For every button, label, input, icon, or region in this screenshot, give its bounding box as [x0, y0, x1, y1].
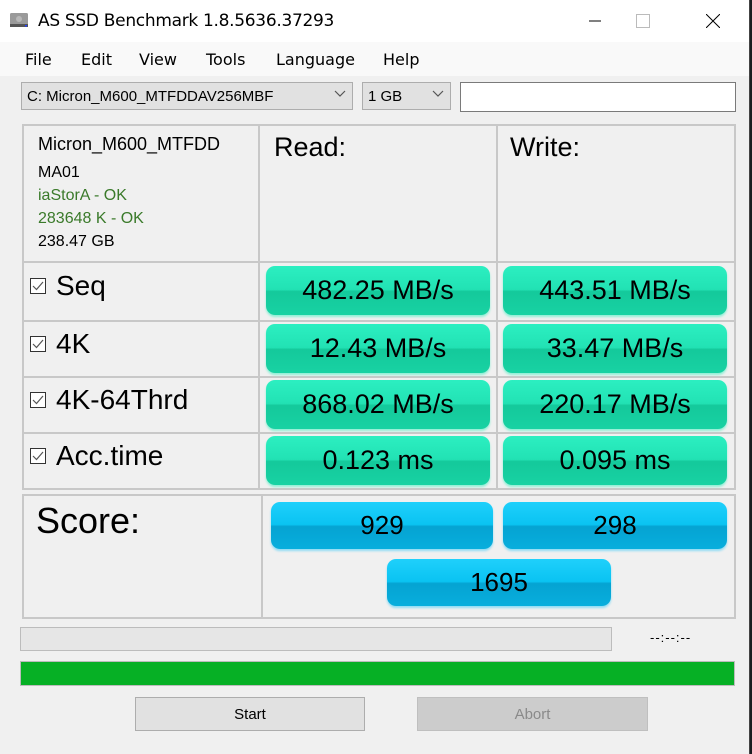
overall-progress-fill: [21, 662, 734, 685]
abort-button[interactable]: Abort: [417, 697, 648, 731]
acc-time-write-result: 0.095 ms: [503, 436, 727, 485]
checkmark-icon: [32, 339, 44, 349]
chevron-down-icon: [432, 90, 444, 97]
4k-64thrd-checkbox[interactable]: [30, 392, 46, 408]
size-select[interactable]: 1 GB: [362, 82, 451, 110]
drive-select-value: C: Micron_M600_MTFDDAV256MBF: [27, 88, 274, 105]
drive-model: Micron_M600_MTFDD: [38, 134, 221, 154]
overall-progress-bar: [20, 661, 735, 686]
4k-64thrd-write-result: 220.17 MB/s: [503, 380, 727, 429]
total-score: 1695: [387, 559, 611, 606]
ssd-drive-icon: [9, 11, 29, 29]
close-button[interactable]: [690, 0, 736, 42]
elapsed-timer: --:--:--: [650, 630, 692, 645]
maximize-icon: [636, 14, 650, 28]
4k-64thrd-read-result: 868.02 MB/s: [266, 380, 490, 429]
seq-write-result: 443.51 MB/s: [503, 266, 727, 315]
seq-checkbox[interactable]: [30, 278, 46, 294]
test-row-acc-time: Acc.time: [30, 440, 163, 472]
read-header: Read:: [274, 132, 347, 162]
menu-file[interactable]: File: [25, 50, 52, 69]
seq-read-result: 482.25 MB/s: [266, 266, 490, 315]
start-button[interactable]: Start: [135, 697, 365, 731]
driver-status: iaStorA - OK: [38, 187, 127, 204]
test-label: Acc.time: [56, 440, 164, 471]
test-row-seq: Seq: [30, 270, 106, 302]
test-label: 4K: [56, 328, 91, 359]
test-label: Seq: [56, 270, 106, 301]
size-select-value: 1 GB: [368, 88, 403, 105]
4k-write-result: 33.47 MB/s: [503, 324, 727, 373]
menu-bar: File Edit View Tools Language Help: [0, 42, 749, 76]
close-icon: [706, 14, 720, 28]
acc-time-read-result: 0.123 ms: [266, 436, 490, 485]
alignment-status: 283648 K - OK: [38, 210, 144, 227]
drive-capacity: 238.47 GB: [38, 233, 115, 250]
score-label: Score:: [36, 500, 141, 541]
maximize-button[interactable]: [620, 0, 666, 42]
title-bar: AS SSD Benchmark 1.8.5636.37293: [0, 0, 749, 42]
4k-checkbox[interactable]: [30, 336, 46, 352]
chevron-down-icon: [334, 90, 346, 97]
minimize-button[interactable]: [572, 0, 618, 42]
app-window: AS SSD Benchmark 1.8.5636.37293 File Edi…: [0, 0, 750, 754]
drive-firmware: MA01: [38, 164, 80, 181]
minimize-icon: [589, 20, 601, 22]
test-label: 4K-64Thrd: [56, 384, 189, 415]
text-input[interactable]: [460, 82, 736, 112]
drive-select[interactable]: C: Micron_M600_MTFDDAV256MBF: [21, 82, 353, 110]
4k-read-result: 12.43 MB/s: [266, 324, 490, 373]
test-row-4k: 4K: [30, 328, 90, 360]
checkmark-icon: [32, 281, 44, 291]
test-row-4k-64thrd: 4K-64Thrd: [30, 384, 188, 416]
checkmark-icon: [32, 395, 44, 405]
window-title: AS SSD Benchmark 1.8.5636.37293: [38, 11, 335, 31]
write-score: 298: [503, 502, 727, 549]
test-progress-bar: [20, 627, 612, 651]
menu-language[interactable]: Language: [276, 50, 355, 69]
acc-time-checkbox[interactable]: [30, 448, 46, 464]
read-score: 929: [271, 502, 493, 549]
checkmark-icon: [32, 451, 44, 461]
menu-help[interactable]: Help: [383, 50, 419, 69]
write-header: Write:: [510, 132, 581, 162]
menu-tools[interactable]: Tools: [206, 50, 245, 69]
menu-edit[interactable]: Edit: [81, 50, 112, 69]
menu-view[interactable]: View: [139, 50, 177, 69]
